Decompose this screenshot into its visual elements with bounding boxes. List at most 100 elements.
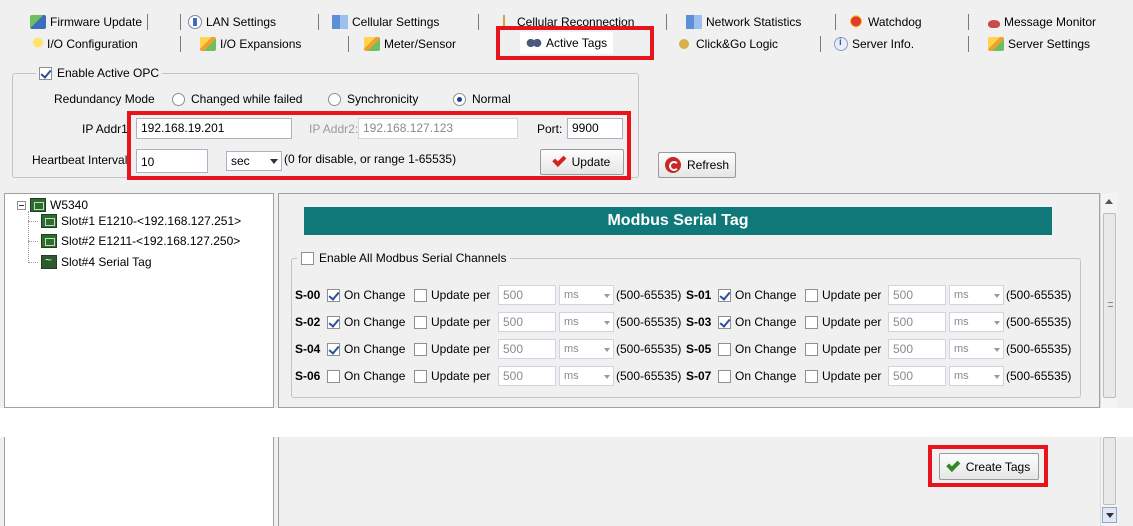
checkbox[interactable] [718, 288, 731, 302]
tab-message-monitor[interactable]: Message Monitor [988, 12, 1096, 32]
interval-unit-select[interactable]: ms [949, 312, 1004, 332]
interval-input[interactable]: 500 [888, 285, 946, 305]
checkbox[interactable] [414, 342, 427, 356]
radio-changed-while-failed[interactable] [172, 92, 185, 106]
enable-all-row: Enable All Modbus Serial Channels [297, 250, 511, 266]
channel-row: S-04 On Change Update per 500 ms (500-65… [293, 339, 1083, 361]
enable-all-checkbox[interactable] [301, 251, 314, 265]
tree-item-slot4[interactable]: Slot#4 Serial Tag [41, 253, 152, 269]
on-change-s06[interactable]: On Change [327, 369, 405, 383]
interval-input[interactable]: 500 [498, 366, 556, 386]
range-label: (500-65535) [1006, 369, 1072, 383]
update-per-s00[interactable]: Update per [414, 288, 490, 302]
on-change-s07[interactable]: On Change [718, 369, 796, 383]
interval-unit-select[interactable]: ms [559, 285, 614, 305]
tab-server-info[interactable]: Server Info. [834, 34, 914, 54]
ip-addr2-label: IP Addr2: [309, 122, 359, 136]
update-per-s03[interactable]: Update per [805, 315, 881, 329]
refresh-button[interactable]: Refresh [658, 152, 736, 178]
tab-lan-settings[interactable]: LAN Settings [188, 12, 276, 32]
checkbox[interactable] [414, 315, 427, 329]
heartbeat-unit-select[interactable]: sec [226, 151, 282, 171]
on-change-s01[interactable]: On Change [718, 288, 796, 302]
interval-input[interactable]: 500 [888, 339, 946, 359]
update-per-s04[interactable]: Update per [414, 342, 490, 356]
update-per-s02[interactable]: Update per [414, 315, 490, 329]
vertical-scrollbar[interactable] [1100, 193, 1117, 408]
tab-server-settings[interactable]: Server Settings [988, 34, 1090, 54]
tab-click-go-logic[interactable]: Click&Go Logic [676, 34, 778, 54]
interval-unit-select[interactable]: ms [559, 339, 614, 359]
ip-addr1-input[interactable]: 192.168.19.201 [136, 118, 292, 139]
checkbox[interactable] [718, 315, 731, 329]
scroll-thumb[interactable] [1103, 437, 1116, 505]
tree-item-slot2[interactable]: Slot#2 E1211-<192.168.127.250> [41, 234, 240, 248]
tree-root[interactable]: W5340 [17, 198, 88, 212]
mode-normal[interactable]: Normal [453, 92, 511, 106]
update-per-s01[interactable]: Update per [805, 288, 881, 302]
interval-input[interactable]: 500 [888, 366, 946, 386]
scroll-thumb[interactable] [1103, 213, 1116, 398]
create-tags-button[interactable]: Create Tags [939, 453, 1039, 480]
channel-row: S-02 On Change Update per 500 ms (500-65… [293, 312, 1083, 334]
range-label: (500-65535) [1006, 315, 1072, 329]
collapse-icon[interactable] [17, 200, 26, 210]
chevron-down-icon [604, 321, 610, 325]
update-per-s06[interactable]: Update per [414, 369, 490, 383]
tab-watchdog[interactable]: Watchdog [848, 12, 922, 32]
ip-addr2-input[interactable]: 192.168.127.123 [358, 118, 518, 139]
interval-unit-select[interactable]: ms [559, 312, 614, 332]
radio-normal[interactable] [453, 92, 466, 106]
vertical-scrollbar-lower[interactable] [1100, 437, 1117, 526]
tab-io-configuration[interactable]: I/O Configuration [33, 34, 138, 54]
interval-unit-select[interactable]: ms [949, 366, 1004, 386]
interval-input[interactable]: 500 [498, 285, 556, 305]
tab-firmware-update[interactable]: Firmware Update [30, 12, 149, 32]
interval-unit-select[interactable]: ms [949, 339, 1004, 359]
update-per-s05[interactable]: Update per [805, 342, 881, 356]
mode-changed-while-failed[interactable]: Changed while failed [172, 92, 302, 106]
interval-unit-select[interactable]: ms [949, 285, 1004, 305]
checkbox[interactable] [718, 342, 731, 356]
on-change-s05[interactable]: On Change [718, 342, 796, 356]
tab-active-tags[interactable]: Active Tags [520, 32, 614, 54]
checkbox[interactable] [327, 342, 340, 356]
on-change-s00[interactable]: On Change [327, 288, 405, 302]
interval-unit-select[interactable]: ms [559, 366, 614, 386]
checkbox[interactable] [414, 369, 427, 383]
tab-io-expansions[interactable]: I/O Expansions [200, 34, 301, 54]
checkbox[interactable] [327, 369, 340, 383]
channel-label: S-06 [295, 369, 321, 383]
checkbox[interactable] [805, 288, 818, 302]
on-change-s03[interactable]: On Change [718, 315, 796, 329]
tree-item-slot1[interactable]: Slot#1 E1210-<192.168.127.251> [41, 214, 241, 228]
radio-synchronicity[interactable] [328, 92, 341, 106]
tab-cellular-settings[interactable]: Cellular Settings [332, 12, 439, 32]
checkbox[interactable] [805, 369, 818, 383]
port-input[interactable]: 9900 [567, 118, 623, 139]
update-button[interactable]: Update [540, 149, 624, 175]
tab-cellular-reconnection[interactable]: Cellular Reconnection [503, 12, 634, 32]
interval-input[interactable]: 500 [498, 339, 556, 359]
tab-network-statistics[interactable]: Network Statistics [686, 12, 801, 32]
checkbox[interactable] [805, 315, 818, 329]
tab-meter-sensor[interactable]: Meter/Sensor [364, 34, 456, 54]
checkbox[interactable] [414, 288, 427, 302]
mode-synchronicity[interactable]: Synchronicity [328, 92, 418, 106]
heartbeat-interval-input[interactable]: 10 [136, 149, 208, 173]
interval-input[interactable]: 500 [888, 312, 946, 332]
scroll-up-icon[interactable] [1105, 199, 1113, 204]
checkbox[interactable] [327, 288, 340, 302]
checkbox[interactable] [718, 369, 731, 383]
bulb-icon [33, 37, 43, 51]
on-change-s02[interactable]: On Change [327, 315, 405, 329]
enable-opc-checkbox[interactable] [39, 66, 52, 80]
update-per-s07[interactable]: Update per [805, 369, 881, 383]
channel-label: S-05 [686, 342, 712, 356]
on-change-s04[interactable]: On Change [327, 342, 405, 356]
lan-settings-icon [188, 15, 202, 29]
checkbox[interactable] [805, 342, 818, 356]
scroll-down-icon[interactable] [1102, 507, 1117, 523]
interval-input[interactable]: 500 [498, 312, 556, 332]
checkbox[interactable] [327, 315, 340, 329]
